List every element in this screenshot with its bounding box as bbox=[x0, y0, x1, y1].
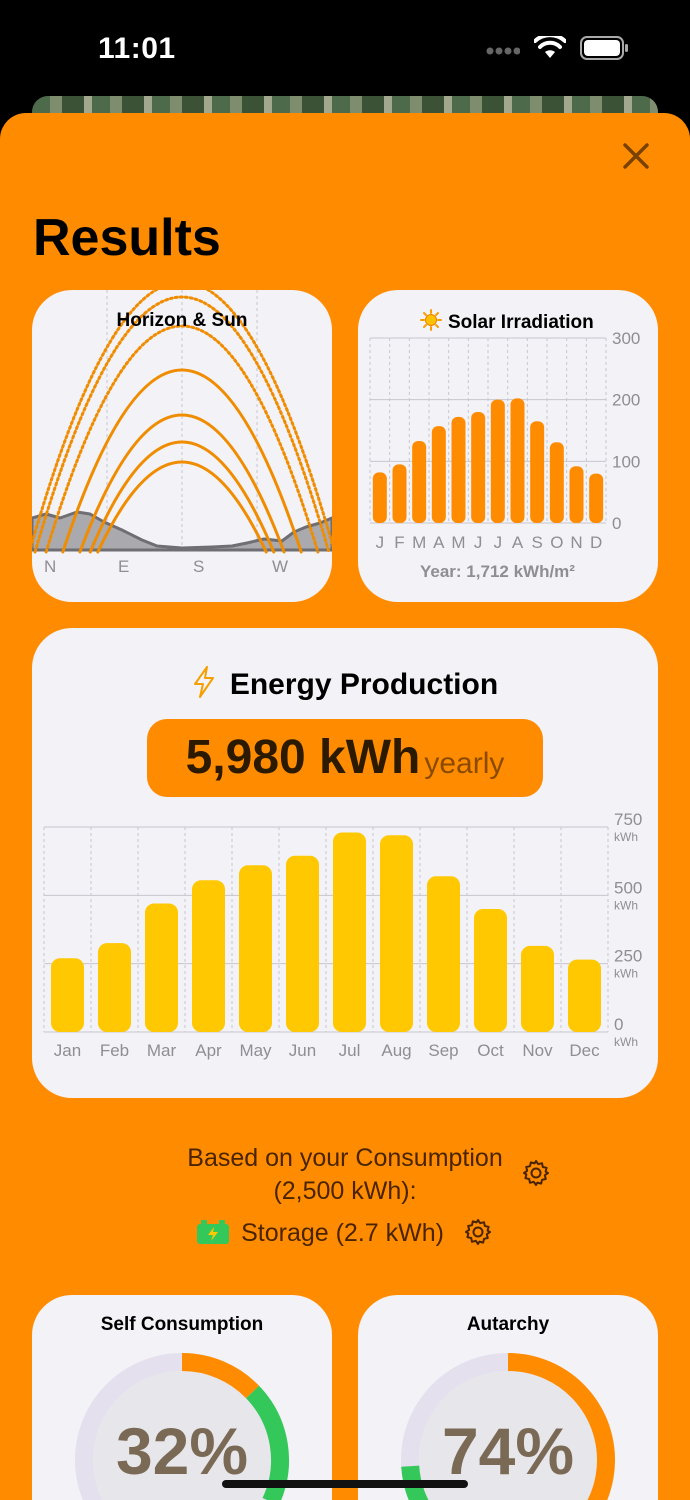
battery-storage-icon bbox=[197, 1220, 230, 1251]
irr-x-tick-label: A bbox=[433, 533, 445, 552]
energy-x-tick-label: Apr bbox=[195, 1041, 222, 1060]
irr-x-tick-label: J bbox=[494, 533, 503, 552]
energy-x-tick-label: Dec bbox=[569, 1041, 600, 1060]
autarchy-value: 74% bbox=[441, 1414, 575, 1488]
energy-y-tick-unit: kWh bbox=[614, 967, 638, 981]
solar-irradiation-card[interactable]: 300 200 100 0 J F M A M J J A S O N D Solar Irradiation… bbox=[358, 290, 658, 602]
energy-y-tick-unit: kWh bbox=[614, 1035, 638, 1049]
page-title: Results bbox=[33, 209, 221, 267]
irr-x-tick-label: M bbox=[451, 533, 465, 552]
irr-bar bbox=[510, 398, 525, 523]
energy-x-tick-label: Oct bbox=[477, 1041, 504, 1060]
irr-x-tick-label: O bbox=[550, 533, 563, 552]
irradiation-card-title: Solar Irradiation bbox=[420, 309, 594, 337]
horizon-direction-label: S bbox=[193, 557, 204, 576]
irr-bar bbox=[412, 440, 427, 523]
irr-bar bbox=[569, 466, 584, 523]
irr-x-tick-label: J bbox=[376, 533, 385, 552]
energy-x-tick-label: Jan bbox=[54, 1041, 81, 1060]
irr-y-tick-label: 300 bbox=[612, 329, 640, 348]
irr-y-tick-label: 0 bbox=[612, 514, 621, 533]
irr-bar bbox=[549, 442, 564, 523]
horizon-direction-label: W bbox=[272, 557, 288, 576]
irr-bar bbox=[451, 416, 466, 523]
consumption-line-2: (2,500 kWh): bbox=[273, 1177, 417, 1205]
self-consumption-card[interactable]: Self Consumption 32% bbox=[32, 1295, 332, 1500]
energy-y-tick-unit: kWh bbox=[614, 898, 638, 912]
irr-bar bbox=[490, 399, 505, 523]
irr-x-tick-label: A bbox=[512, 533, 524, 552]
irradiation-year-total: Year: 1,712 kWh/m² bbox=[420, 562, 575, 581]
horizon-card-title: Horizon & Sun bbox=[116, 310, 248, 331]
storage-settings-button[interactable] bbox=[463, 1217, 493, 1254]
status-icons bbox=[486, 33, 630, 65]
battery-icon bbox=[580, 36, 630, 65]
energy-production-chart: 750kWh500kWh250kWh0kWhJan Feb Mar Apr May Jun… bbox=[43, 810, 642, 1060]
energy-x-tick-label: Mar bbox=[147, 1041, 177, 1060]
irr-x-tick-label: M bbox=[412, 533, 426, 552]
irr-x-tick-label: N bbox=[570, 533, 582, 552]
energy-y-tick-unit: kWh bbox=[614, 830, 638, 844]
energy-bar bbox=[145, 903, 178, 1032]
wifi-icon bbox=[533, 33, 567, 65]
energy-y-tick-label: 0 bbox=[614, 1015, 623, 1034]
energy-bar bbox=[568, 959, 601, 1032]
energy-bar bbox=[239, 865, 272, 1032]
energy-bar bbox=[333, 832, 366, 1032]
irr-x-tick-label: F bbox=[394, 533, 404, 552]
irr-x-tick-label: S bbox=[531, 533, 542, 552]
energy-bar bbox=[51, 958, 84, 1032]
storage-info: Storage (2.7 kWh) bbox=[0, 1217, 690, 1254]
consumption-settings-button[interactable] bbox=[521, 1158, 551, 1197]
irr-y-tick-label: 200 bbox=[612, 391, 640, 410]
irr-x-tick-label: J bbox=[474, 533, 483, 552]
horizon-direction-label: N bbox=[44, 557, 56, 576]
energy-bar bbox=[521, 945, 554, 1032]
horizon-sun-card[interactable]: N E S W Horizon & Sun bbox=[32, 290, 332, 602]
irr-bar bbox=[471, 412, 486, 523]
irr-x-tick-label: D bbox=[590, 533, 602, 552]
irradiation-title-text: Solar Irradiation bbox=[448, 312, 594, 333]
horizon-direction-label: E bbox=[118, 557, 129, 576]
energy-y-tick-label: 250 bbox=[614, 947, 642, 966]
energy-bar bbox=[286, 855, 319, 1032]
storage-label: Storage (2.7 kWh) bbox=[241, 1219, 444, 1247]
irr-bar bbox=[372, 472, 387, 523]
consumption-info: Based on your Consumption (2,500 kWh): bbox=[0, 1142, 690, 1208]
autarchy-card[interactable]: Autarchy 74% bbox=[358, 1295, 658, 1500]
status-bar: 11:01 bbox=[0, 0, 690, 110]
irr-bar bbox=[530, 421, 545, 523]
gear-icon bbox=[464, 1219, 491, 1245]
energy-y-tick-label: 750 bbox=[614, 810, 642, 829]
energy-y-tick-label: 500 bbox=[614, 878, 642, 897]
close-button[interactable] bbox=[620, 140, 652, 172]
energy-bar bbox=[380, 835, 413, 1032]
sun-icon bbox=[420, 309, 442, 337]
irr-bar bbox=[431, 426, 446, 523]
energy-bar bbox=[192, 880, 225, 1032]
home-indicator[interactable] bbox=[222, 1480, 468, 1488]
energy-bar bbox=[98, 943, 131, 1032]
energy-bar bbox=[427, 876, 460, 1032]
gear-icon bbox=[522, 1160, 549, 1186]
irr-bar bbox=[589, 473, 604, 523]
irr-y-tick-label: 100 bbox=[612, 452, 640, 471]
close-icon bbox=[623, 143, 649, 169]
self-consumption-value: 32% bbox=[115, 1414, 249, 1488]
irr-bar bbox=[392, 464, 407, 523]
energy-production-card[interactable]: Energy Production 5,980 kWh yearly 750 kWh… bbox=[32, 628, 658, 1098]
energy-x-tick-label: Jun bbox=[289, 1041, 316, 1060]
energy-x-tick-label: May bbox=[239, 1041, 272, 1060]
energy-x-tick-label: Nov bbox=[522, 1041, 553, 1060]
status-time: 11:01 bbox=[98, 32, 176, 65]
energy-bar bbox=[474, 909, 507, 1032]
horizon-sun-chart: NESW bbox=[32, 290, 332, 576]
energy-x-tick-label: Sep bbox=[428, 1041, 458, 1060]
energy-x-tick-label: Aug bbox=[381, 1041, 411, 1060]
signal-dots-icon bbox=[486, 42, 521, 60]
consumption-line-1: Based on your Consumption bbox=[187, 1144, 503, 1172]
energy-x-tick-label: Jul bbox=[339, 1041, 361, 1060]
energy-x-tick-label: Feb bbox=[100, 1041, 129, 1060]
